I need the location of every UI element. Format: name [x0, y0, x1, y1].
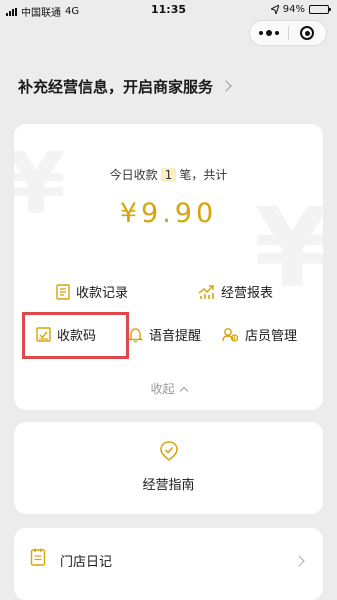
collapse-label: 收起	[150, 382, 175, 396]
chevron-right-icon	[293, 555, 305, 567]
banner-text: 补充经营信息，开启商家服务	[18, 77, 214, 96]
status-right: 94%	[270, 4, 331, 15]
growth-chart-icon	[198, 284, 214, 299]
feature-collection-records[interactable]: 收款记录	[56, 282, 128, 301]
merchant-service-banner[interactable]: 补充经营信息，开启商家服务	[18, 74, 318, 98]
highlight-box	[22, 312, 129, 359]
today-count: 1	[160, 168, 177, 182]
store-diary-card[interactable]: 门店日记	[14, 528, 323, 600]
collapse-toggle[interactable]: 收起	[14, 380, 323, 397]
target-icon	[300, 26, 315, 40]
feature-label: 经营报表	[221, 286, 274, 301]
guide-label: 经营指南	[142, 478, 195, 493]
guide-icon	[160, 441, 178, 462]
feature-business-report[interactable]: 经营报表	[198, 282, 273, 301]
more-menu-button[interactable]	[250, 30, 288, 36]
staff-icon	[222, 327, 239, 342]
battery-icon	[309, 5, 331, 14]
feature-label: 收款记录	[76, 286, 129, 301]
capsule-menu	[249, 20, 327, 46]
status-bar: 中国联通 4G 11:35 94%	[0, 0, 337, 20]
collection-summary-card: ¥ ¥ 今日收款 1 笔，共计 ¥9.90 收款记录 经营报表 收款码 语音提醒…	[14, 124, 323, 410]
battery-percent: 94%	[282, 4, 305, 15]
today-amount: ¥9.90	[119, 198, 218, 229]
chevron-up-icon	[179, 386, 188, 396]
diary-icon	[30, 548, 46, 566]
feature-label: 语音提醒	[149, 329, 202, 344]
today-suffix: 笔，共计	[179, 168, 228, 182]
feature-staff-management[interactable]: 店员管理	[222, 325, 297, 344]
feature-voice-alert[interactable]: 语音提醒	[128, 325, 201, 344]
close-button[interactable]	[288, 26, 326, 40]
bell-icon	[128, 327, 143, 342]
diary-label: 门店日记	[60, 555, 113, 570]
business-guide-card[interactable]: 经营指南	[14, 422, 323, 514]
chevron-right-icon	[220, 80, 232, 92]
receipt-doc-icon	[56, 283, 70, 300]
location-icon	[270, 5, 279, 14]
today-prefix: 今日收款	[109, 168, 158, 182]
today-summary: 今日收款 1 笔，共计	[14, 166, 323, 183]
feature-label: 店员管理	[245, 329, 298, 344]
